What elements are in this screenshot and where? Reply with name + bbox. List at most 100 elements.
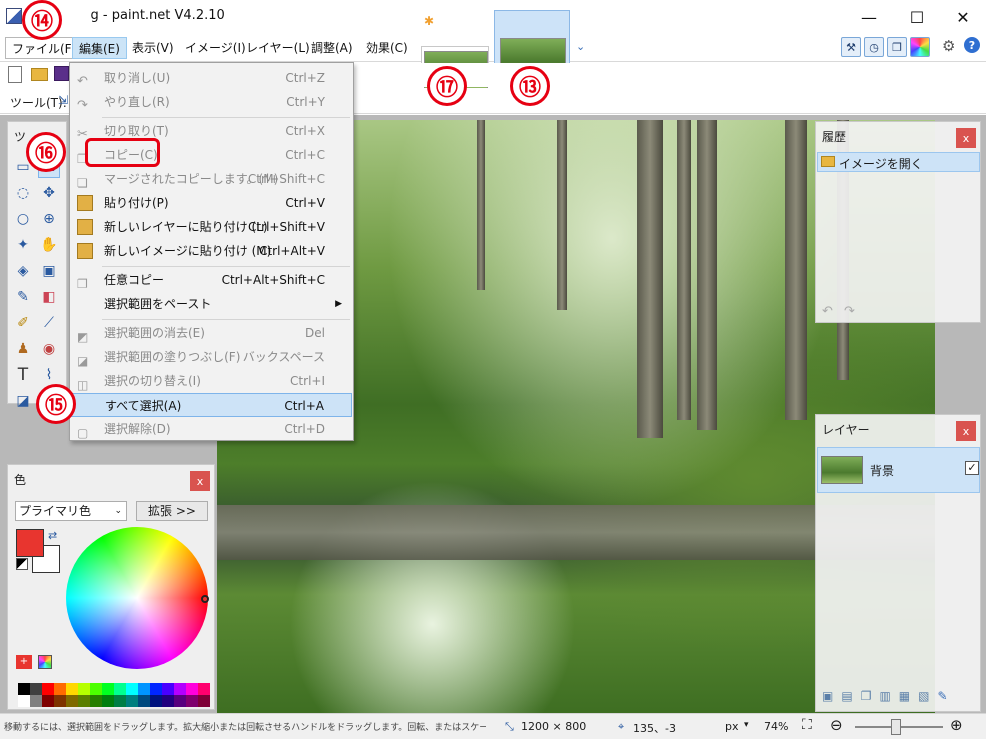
reset-colors-icon[interactable]	[16, 558, 28, 570]
menu-item-fill-selection[interactable]: ◪ 選択範囲の塗りつぶし(F) バックスペース	[71, 345, 352, 369]
menu-item-select-all[interactable]: すべて選択(A) Ctrl+A	[71, 393, 352, 417]
eraser-tool-icon[interactable]: ◧	[38, 286, 60, 308]
maximize-button[interactable]: ☐	[894, 0, 940, 34]
menu-item-paste-new-layer[interactable]: 新しいレイヤーに貼り付け (L) Ctrl+Shift+V	[71, 215, 352, 239]
menu-view[interactable]: 表示(V)	[126, 37, 180, 59]
color-mode-select[interactable]: プライマリ色 ⌄	[15, 501, 127, 521]
redo-icon: ↷	[77, 98, 88, 113]
pan-hand-tool-icon[interactable]: ✋	[38, 234, 60, 256]
fill-selection-icon: ◪	[77, 354, 89, 368]
layer-thumbnail	[821, 456, 863, 484]
add-layer-icon[interactable]: ▣	[822, 689, 841, 703]
tab-overflow-chevron-icon[interactable]: ⌄	[576, 40, 585, 53]
unit-dropdown-chevron-icon[interactable]: ▾	[744, 720, 749, 730]
color-palette	[18, 683, 212, 707]
shapes-tool-icon[interactable]: ◪	[12, 390, 34, 412]
paintnet-app-icon[interactable]	[6, 8, 22, 24]
save-icon[interactable]	[54, 66, 69, 81]
layers-panel-close-button[interactable]: x	[956, 421, 976, 441]
paint-bucket-tool-icon[interactable]: ◈	[12, 260, 34, 282]
menu-item-deselect[interactable]: ▢ 選択解除(D) Ctrl+D	[71, 417, 352, 441]
add-palette-color-icon[interactable]: +	[16, 655, 32, 669]
palette-menu-icon[interactable]	[38, 655, 52, 669]
layer-visibility-checkbox[interactable]: ✓	[965, 461, 979, 475]
history-item[interactable]: イメージを開く	[817, 152, 980, 172]
menu-item-copy-merged[interactable]: ❏ マージされたコピーします。(M) Ctrl+Shift+C	[71, 167, 352, 191]
redo-arrow-icon[interactable]: ↷	[844, 304, 855, 319]
new-file-icon[interactable]	[8, 66, 22, 83]
menu-adjustments[interactable]: 調整(A)	[305, 37, 359, 59]
colors-window-toggle-icon[interactable]	[910, 37, 930, 57]
layer-row[interactable]: 背景 ✓	[817, 447, 980, 493]
image-size-icon: ⤡	[505, 720, 514, 733]
zoom-in-icon[interactable]: ⊕	[950, 716, 963, 734]
recolor-tool-icon[interactable]: ◉	[38, 338, 60, 360]
undo-arrow-icon[interactable]: ↶	[822, 304, 833, 319]
undo-icon: ↶	[77, 74, 88, 89]
colors-panel-close-button[interactable]: x	[190, 471, 210, 491]
zoom-level[interactable]: 74%	[764, 720, 788, 733]
cursor-position-icon: ⌖	[618, 720, 625, 733]
zoom-out-icon[interactable]: ⊖	[830, 716, 843, 734]
color-wheel[interactable]	[66, 527, 208, 669]
expand-colors-button[interactable]: 拡張 >>	[136, 501, 208, 521]
deselect-icon: ▢	[77, 426, 89, 440]
paste-clipboard-icon	[77, 195, 93, 211]
menu-item-paste[interactable]: 貼り付け(P) Ctrl+V	[71, 191, 352, 215]
color-picker-tool-icon[interactable]: ⟋	[38, 312, 60, 334]
zoom-tool-icon[interactable]: ⊕	[38, 208, 60, 230]
unit-select[interactable]: px	[725, 720, 739, 733]
current-tool-icon[interactable]: ⇲	[58, 93, 68, 107]
move-layer-down-icon[interactable]: ▧	[918, 689, 937, 703]
gradient-tool-icon[interactable]: ▣	[38, 260, 60, 282]
zoom-to-window-icon[interactable]: ⛶	[802, 717, 812, 733]
title-bar: 10g - paint.net V4.2.10 — ☐ ✕	[0, 0, 986, 34]
layer-properties-wrench-icon[interactable]: ✎	[937, 689, 955, 703]
help-icon[interactable]: ?	[964, 37, 980, 53]
edit-menu-dropdown: ↶ 取り消し(U) Ctrl+Z ↷ やり直し(R) Ctrl+Y ✂ 切り取り(T) Ct…	[69, 62, 354, 441]
erase-selection-icon: ◩	[77, 330, 89, 344]
layers-window-toggle-icon[interactable]: ❐	[887, 37, 907, 57]
settings-gear-icon[interactable]: ⚙	[942, 37, 955, 55]
move-layer-up-icon[interactable]: ▦	[899, 689, 918, 703]
menu-effects[interactable]: 効果(C)	[360, 37, 414, 59]
status-hint: 移動するには、選択範囲をドラッグします。拡大縮小または回転させるハンドルをドラッ…	[4, 723, 486, 733]
clone-stamp-tool-icon[interactable]: ♟	[12, 338, 34, 360]
merge-layer-icon[interactable]: ▥	[879, 689, 898, 703]
invert-selection-icon: ◫	[77, 378, 89, 392]
magic-wand-tool-icon[interactable]: ✦	[12, 234, 34, 256]
history-panel-close-button[interactable]: x	[956, 128, 976, 148]
minimize-button[interactable]: —	[846, 0, 892, 34]
menu-item-erase-selection[interactable]: ◩ 選択範囲の消去(E) Del	[71, 321, 352, 345]
paste-layer-icon	[77, 219, 93, 235]
move-selected-pixels-tool-icon[interactable]: ✥	[38, 182, 60, 204]
close-button[interactable]: ✕	[940, 0, 986, 34]
history-window-toggle-icon[interactable]: ◷	[864, 37, 884, 57]
open-folder-icon[interactable]	[31, 68, 48, 81]
zoom-slider-thumb[interactable]	[891, 719, 901, 735]
lasso-select-tool-icon[interactable]: ◌	[12, 182, 34, 204]
menu-item-copy-any[interactable]: ❐ 任意コピー Ctrl+Alt+Shift+C	[71, 268, 352, 292]
paintbrush-tool-icon[interactable]: ✎	[12, 286, 34, 308]
menu-item-undo[interactable]: ↶ 取り消し(U) Ctrl+Z	[71, 66, 352, 90]
menu-item-paste-new-image[interactable]: 新しいイメージに貼り付け (M) Ctrl+Alt+V	[71, 239, 352, 263]
duplicate-layer-icon[interactable]: ❐	[861, 689, 880, 703]
primary-color-swatch[interactable]	[16, 529, 44, 557]
open-folder-icon	[821, 156, 835, 167]
swap-colors-icon[interactable]: ⇄	[48, 529, 57, 542]
ellipse-select-tool-icon[interactable]: ○	[12, 208, 34, 230]
delete-layer-icon[interactable]: ▤	[841, 689, 860, 703]
menu-item-invert-selection[interactable]: ◫ 選択の切り替え(I) Ctrl+I	[71, 369, 352, 393]
menu-edit[interactable]: 編集(E)	[72, 37, 127, 59]
menu-item-redo[interactable]: ↷ やり直し(R) Ctrl+Y	[71, 90, 352, 114]
tools-window-toggle-icon[interactable]: ⚒	[841, 37, 861, 57]
tree-trunk	[697, 120, 717, 430]
annotation-badge-16: ⑯	[26, 132, 66, 172]
color-wheel-handle[interactable]	[201, 595, 209, 603]
menu-item-paste-selection[interactable]: 選択範囲をペースト ▶	[71, 292, 352, 316]
text-tool-icon[interactable]: T	[12, 364, 34, 386]
pencil-tool-icon[interactable]: ✐	[12, 312, 34, 334]
line-curve-tool-icon[interactable]: ⌇	[38, 364, 60, 386]
tree-trunk	[637, 120, 663, 438]
layer-actions-toolbar: ▣▤❐▥▦▧✎	[822, 689, 972, 707]
